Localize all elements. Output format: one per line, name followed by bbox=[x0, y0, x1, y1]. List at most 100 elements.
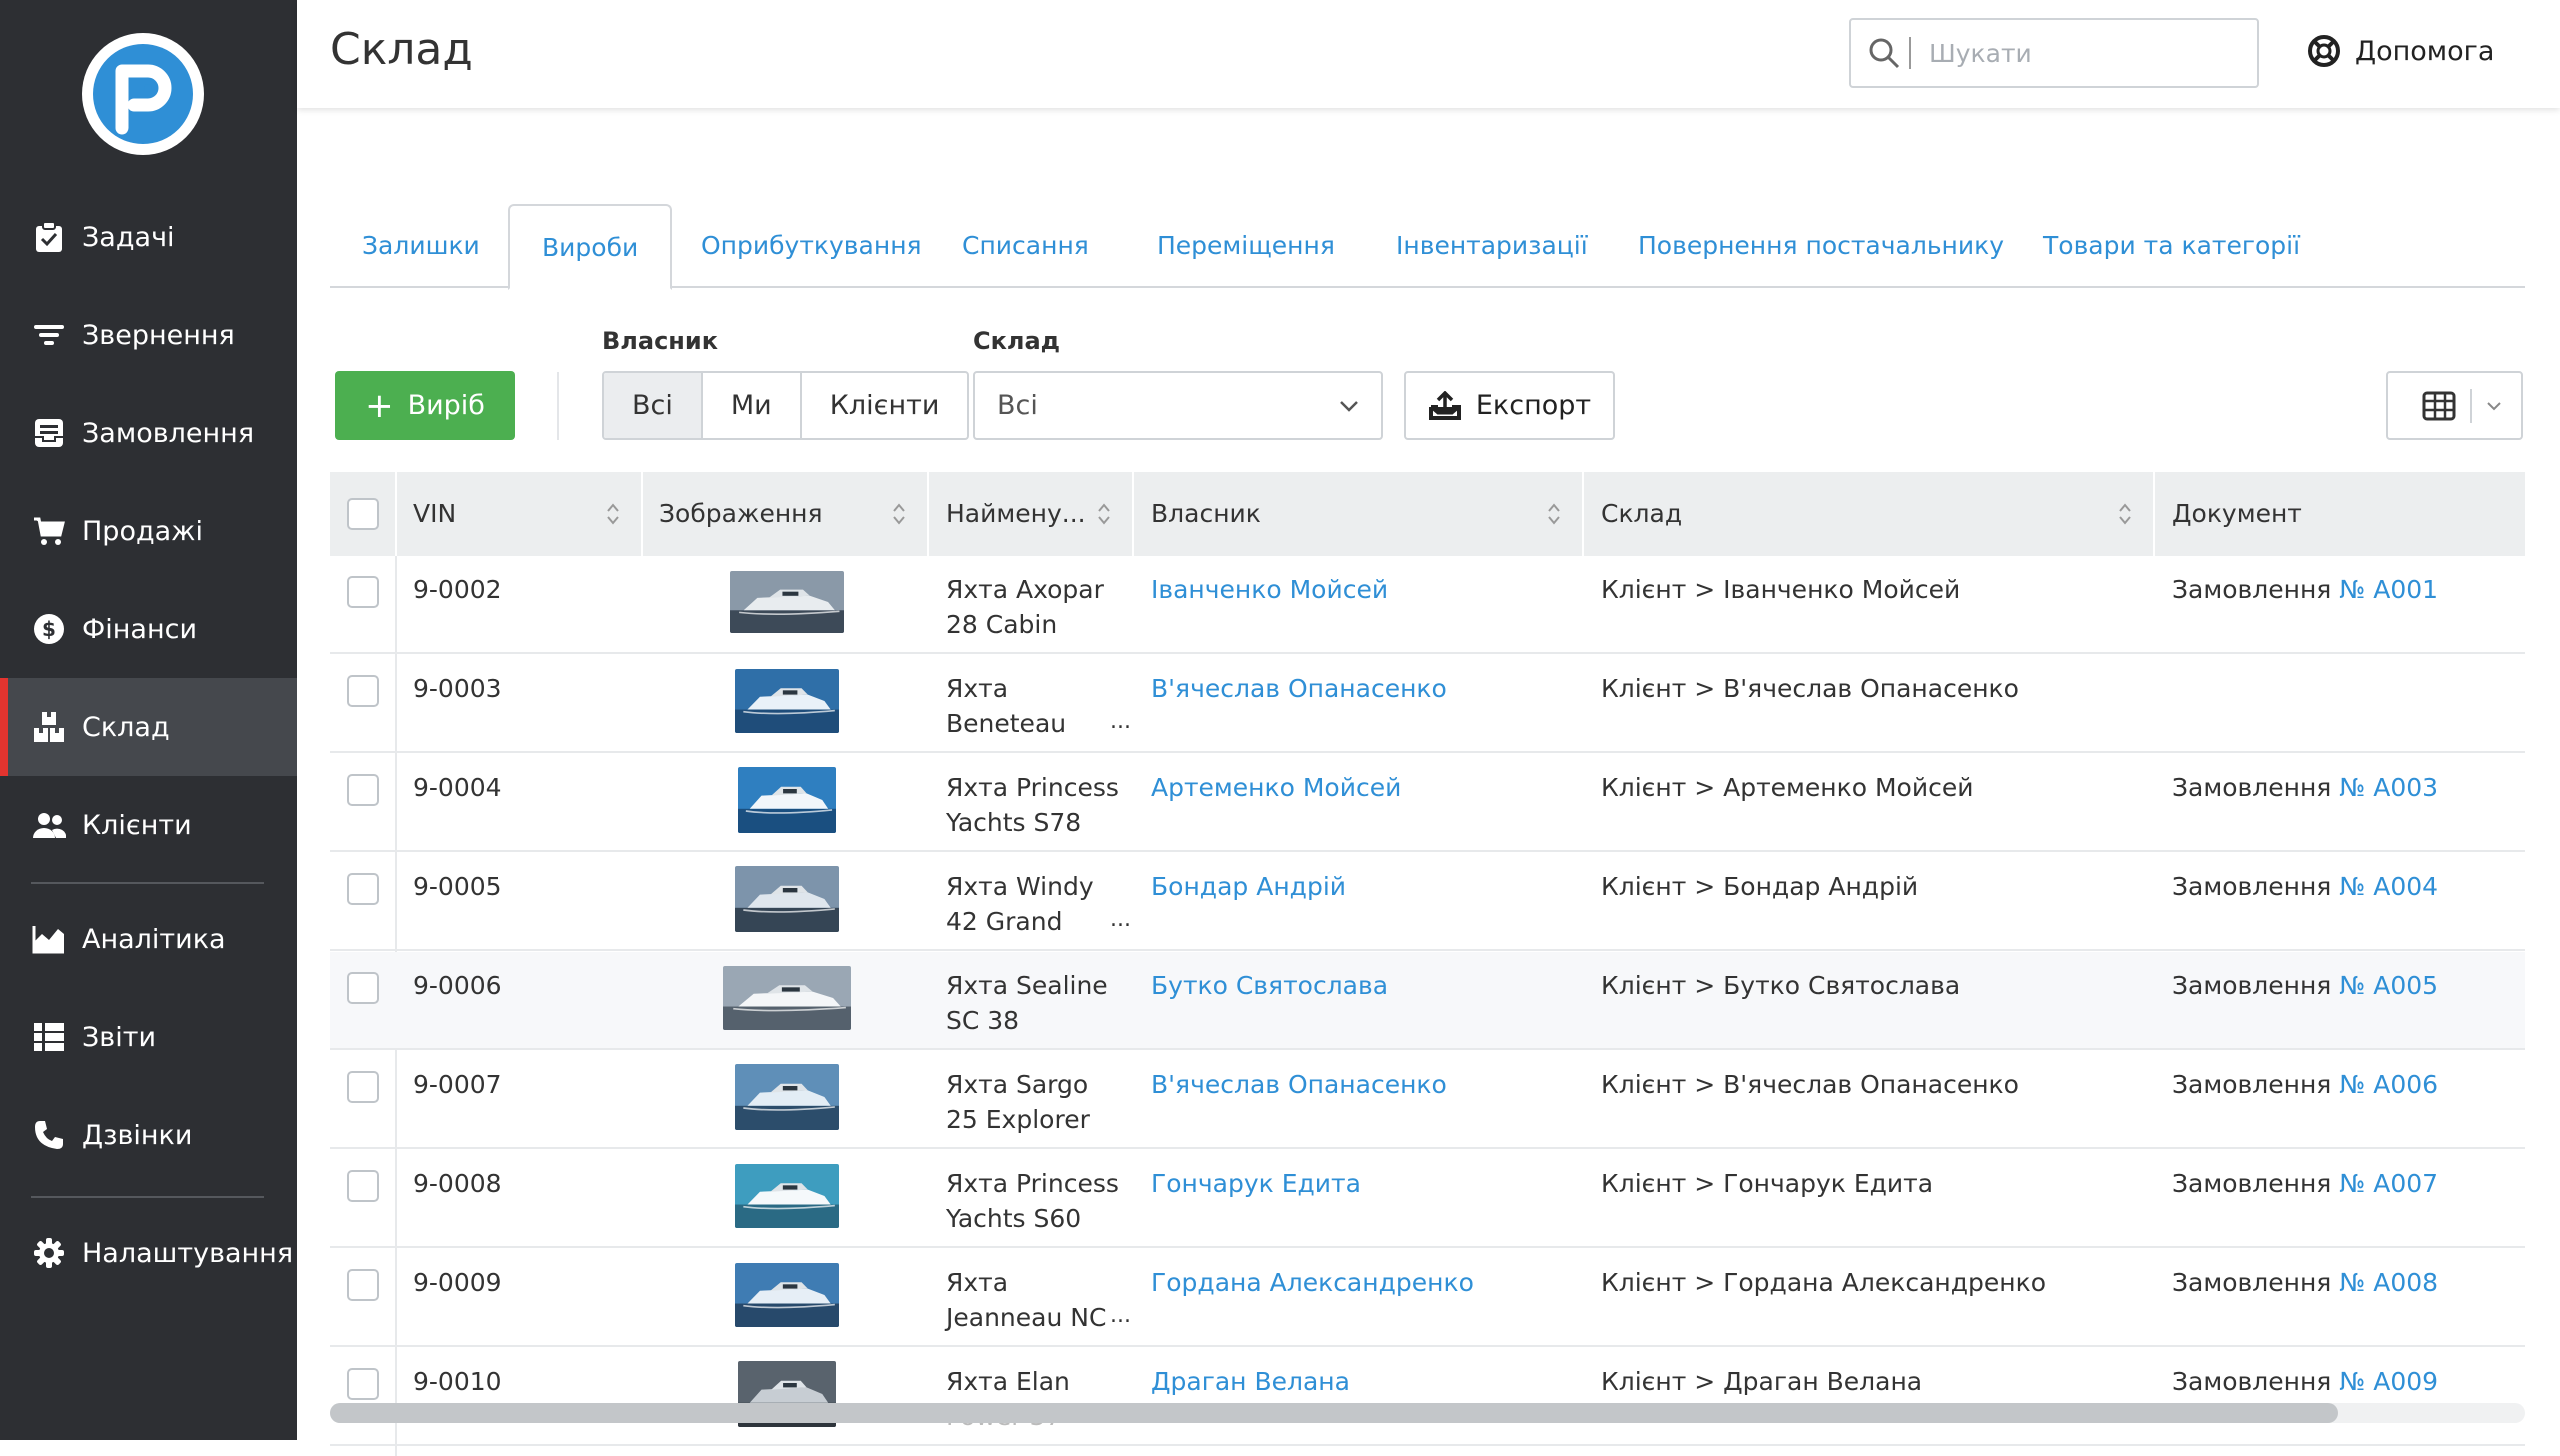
app-logo[interactable] bbox=[82, 33, 204, 155]
row-checkbox[interactable] bbox=[347, 972, 379, 1004]
warehouse-filter-label: Склад bbox=[973, 327, 1061, 355]
owner-link[interactable]: Артеменко Мойсей bbox=[1151, 770, 1401, 805]
column-header-document[interactable]: Документ bbox=[2172, 472, 2302, 556]
sidebar-item-tasks[interactable]: Задачі bbox=[0, 188, 297, 286]
owner-filter-us[interactable]: Ми bbox=[703, 373, 802, 438]
product-thumbnail[interactable] bbox=[735, 866, 839, 932]
row-checkbox[interactable] bbox=[347, 1071, 379, 1103]
warehouse-cell: Клієнт > В'ячеслав Опанасенко bbox=[1601, 1070, 2019, 1099]
owner-link[interactable]: Гончарук Едита bbox=[1151, 1166, 1361, 1201]
table-row[interactable]: 9-0009 Яхта Jeanneau NC... Гордана Александ… bbox=[330, 1249, 2525, 1347]
owner-link[interactable]: Гордана Александренко bbox=[1151, 1265, 1474, 1300]
sidebar-item-requests[interactable]: Звернення bbox=[0, 286, 297, 384]
sidebar-item-clients[interactable]: Клієнти bbox=[0, 776, 297, 874]
add-product-button[interactable]: + Виріб bbox=[335, 371, 515, 440]
row-checkbox[interactable] bbox=[347, 1170, 379, 1202]
table-row[interactable]: 9-0007 Яхта Sargo 25 Explorer В'ячеслав Опа… bbox=[330, 1051, 2525, 1149]
owner-filter-clients[interactable]: Клієнти bbox=[802, 373, 968, 438]
table-row[interactable]: 9-0005 Яхта Windy 42 Grand... Бондар Андрій… bbox=[330, 853, 2525, 951]
sort-icon[interactable] bbox=[1097, 502, 1111, 526]
tab-products[interactable]: Вироби bbox=[508, 204, 673, 290]
sidebar-item-reports[interactable]: Звіти bbox=[0, 988, 297, 1086]
owner-filter-all[interactable]: Всі bbox=[604, 373, 703, 438]
owner-link[interactable]: Іванченко Мойсей bbox=[1151, 572, 1388, 607]
row-checkbox[interactable] bbox=[347, 576, 379, 608]
select-all-checkbox[interactable] bbox=[347, 498, 379, 530]
document-link[interactable]: № A007 bbox=[2339, 1169, 2438, 1198]
sidebar-item-label: Аналітика bbox=[82, 923, 226, 955]
table-row[interactable]: 9-0010Яхта ElanPower 37Драган ВеланаКліє… bbox=[330, 1348, 2525, 1446]
row-checkbox[interactable] bbox=[347, 774, 379, 806]
tab-supplier-returns[interactable]: Повернення постачальнику bbox=[1606, 204, 2036, 288]
document-link[interactable]: № A005 bbox=[2339, 971, 2438, 1000]
product-thumbnail[interactable] bbox=[735, 669, 839, 733]
row-checkbox[interactable] bbox=[347, 1269, 379, 1301]
column-header-vin[interactable]: VIN bbox=[413, 472, 456, 556]
horizontal-scrollbar-thumb[interactable] bbox=[330, 1403, 2338, 1423]
warehouse-select[interactable]: Всі bbox=[973, 371, 1383, 440]
tab-stock[interactable]: Залишки bbox=[330, 204, 512, 288]
product-thumbnail[interactable] bbox=[723, 966, 851, 1030]
sidebar-item-settings[interactable]: Налаштування bbox=[0, 1204, 297, 1302]
sort-icon[interactable] bbox=[2118, 502, 2132, 526]
owner-link[interactable]: Бондар Андрій bbox=[1151, 869, 1346, 904]
sidebar-item-orders[interactable]: Замовлення bbox=[0, 384, 297, 482]
page-title: Склад bbox=[330, 24, 473, 75]
owner-link[interactable]: В'ячеслав Опанасенко bbox=[1151, 1067, 1447, 1102]
help-label: Допомога bbox=[2355, 35, 2495, 67]
sidebar-item-calls[interactable]: Дзвінки bbox=[0, 1086, 297, 1184]
document-link[interactable]: № A009 bbox=[2339, 1367, 2438, 1396]
sidebar-item-warehouse[interactable]: Склад bbox=[0, 678, 297, 776]
row-checkbox[interactable] bbox=[347, 873, 379, 905]
document-link[interactable]: № A001 bbox=[2339, 575, 2438, 604]
help-link[interactable]: Допомога bbox=[2307, 34, 2494, 68]
product-thumbnail[interactable] bbox=[738, 767, 836, 833]
column-view-button[interactable] bbox=[2386, 371, 2523, 440]
owner-link[interactable]: В'ячеслав Опанасенко bbox=[1151, 671, 1447, 706]
search-input[interactable] bbox=[1927, 37, 2227, 69]
sort-icon[interactable] bbox=[1547, 502, 1561, 526]
sort-icon[interactable] bbox=[892, 502, 906, 526]
table-row[interactable]: 9-0008 Яхта Princess Yachts S60 Гончарук Ед… bbox=[330, 1150, 2525, 1248]
product-thumbnail[interactable] bbox=[735, 1263, 839, 1327]
search-box[interactable] bbox=[1849, 18, 2259, 88]
vin-cell: 9-0008 bbox=[413, 1169, 502, 1198]
export-button[interactable]: Експорт bbox=[1404, 371, 1615, 440]
document-cell: Замовлення № A008 bbox=[2172, 1265, 2438, 1300]
table-row[interactable]: 9-0004 Яхта Princess Yachts S78 Артеменко М… bbox=[330, 754, 2525, 852]
sidebar-item-sales[interactable]: Продажі bbox=[0, 482, 297, 580]
document-link[interactable]: № A004 bbox=[2339, 872, 2438, 901]
tab-transfers[interactable]: Переміщення bbox=[1125, 204, 1367, 288]
truncation-ellipsis: ... bbox=[1110, 907, 1131, 932]
product-thumbnail[interactable] bbox=[735, 1164, 839, 1228]
column-header-warehouse[interactable]: Склад bbox=[1601, 472, 1682, 556]
row-checkbox[interactable] bbox=[347, 675, 379, 707]
owner-link[interactable]: Бутко Святослава bbox=[1151, 968, 1388, 1003]
tab-goods-categories[interactable]: Товари та категорії bbox=[2011, 204, 2332, 288]
column-header-owner[interactable]: Власник bbox=[1151, 472, 1261, 556]
tab-receipts[interactable]: Оприбуткування bbox=[669, 204, 954, 288]
document-cell: Замовлення № A007 bbox=[2172, 1166, 2438, 1201]
users-icon bbox=[32, 808, 66, 842]
sidebar-item-finance[interactable]: $ Фінанси bbox=[0, 580, 297, 678]
column-header-name[interactable]: Наймену... bbox=[946, 472, 1086, 556]
product-name-line2: Beneteau bbox=[946, 709, 1067, 738]
table-row[interactable]: 9-0006 Яхта Sealine SC 38 Бутко Святослава К… bbox=[330, 952, 2525, 1050]
table-row[interactable]: 9-0002 Яхта Axopar 28 Cabin Іванченко Мойсе… bbox=[330, 556, 2525, 654]
product-thumbnail[interactable] bbox=[735, 1064, 839, 1130]
row-checkbox[interactable] bbox=[347, 1368, 379, 1400]
document-link[interactable]: № A003 bbox=[2339, 773, 2438, 802]
tab-writeoffs[interactable]: Списання bbox=[930, 204, 1121, 288]
owner-link[interactable]: Драган Велана bbox=[1151, 1364, 1350, 1399]
document-link[interactable]: № A008 bbox=[2339, 1268, 2438, 1297]
sidebar-divider bbox=[31, 882, 264, 884]
sidebar-item-analytics[interactable]: Аналітика bbox=[0, 890, 297, 988]
sort-icon[interactable] bbox=[606, 502, 620, 526]
dollar-icon: $ bbox=[32, 612, 66, 646]
product-thumbnail[interactable] bbox=[730, 571, 844, 633]
document-link[interactable]: № A006 bbox=[2339, 1070, 2438, 1099]
column-header-image[interactable]: Зображення bbox=[659, 472, 823, 556]
table-row[interactable]: 9-0003 Яхта Beneteau... В'ячеслав Опанасенк… bbox=[330, 655, 2525, 753]
tab-inventories[interactable]: Інвентаризації bbox=[1364, 204, 1620, 288]
clipboard-check-icon bbox=[32, 220, 66, 254]
